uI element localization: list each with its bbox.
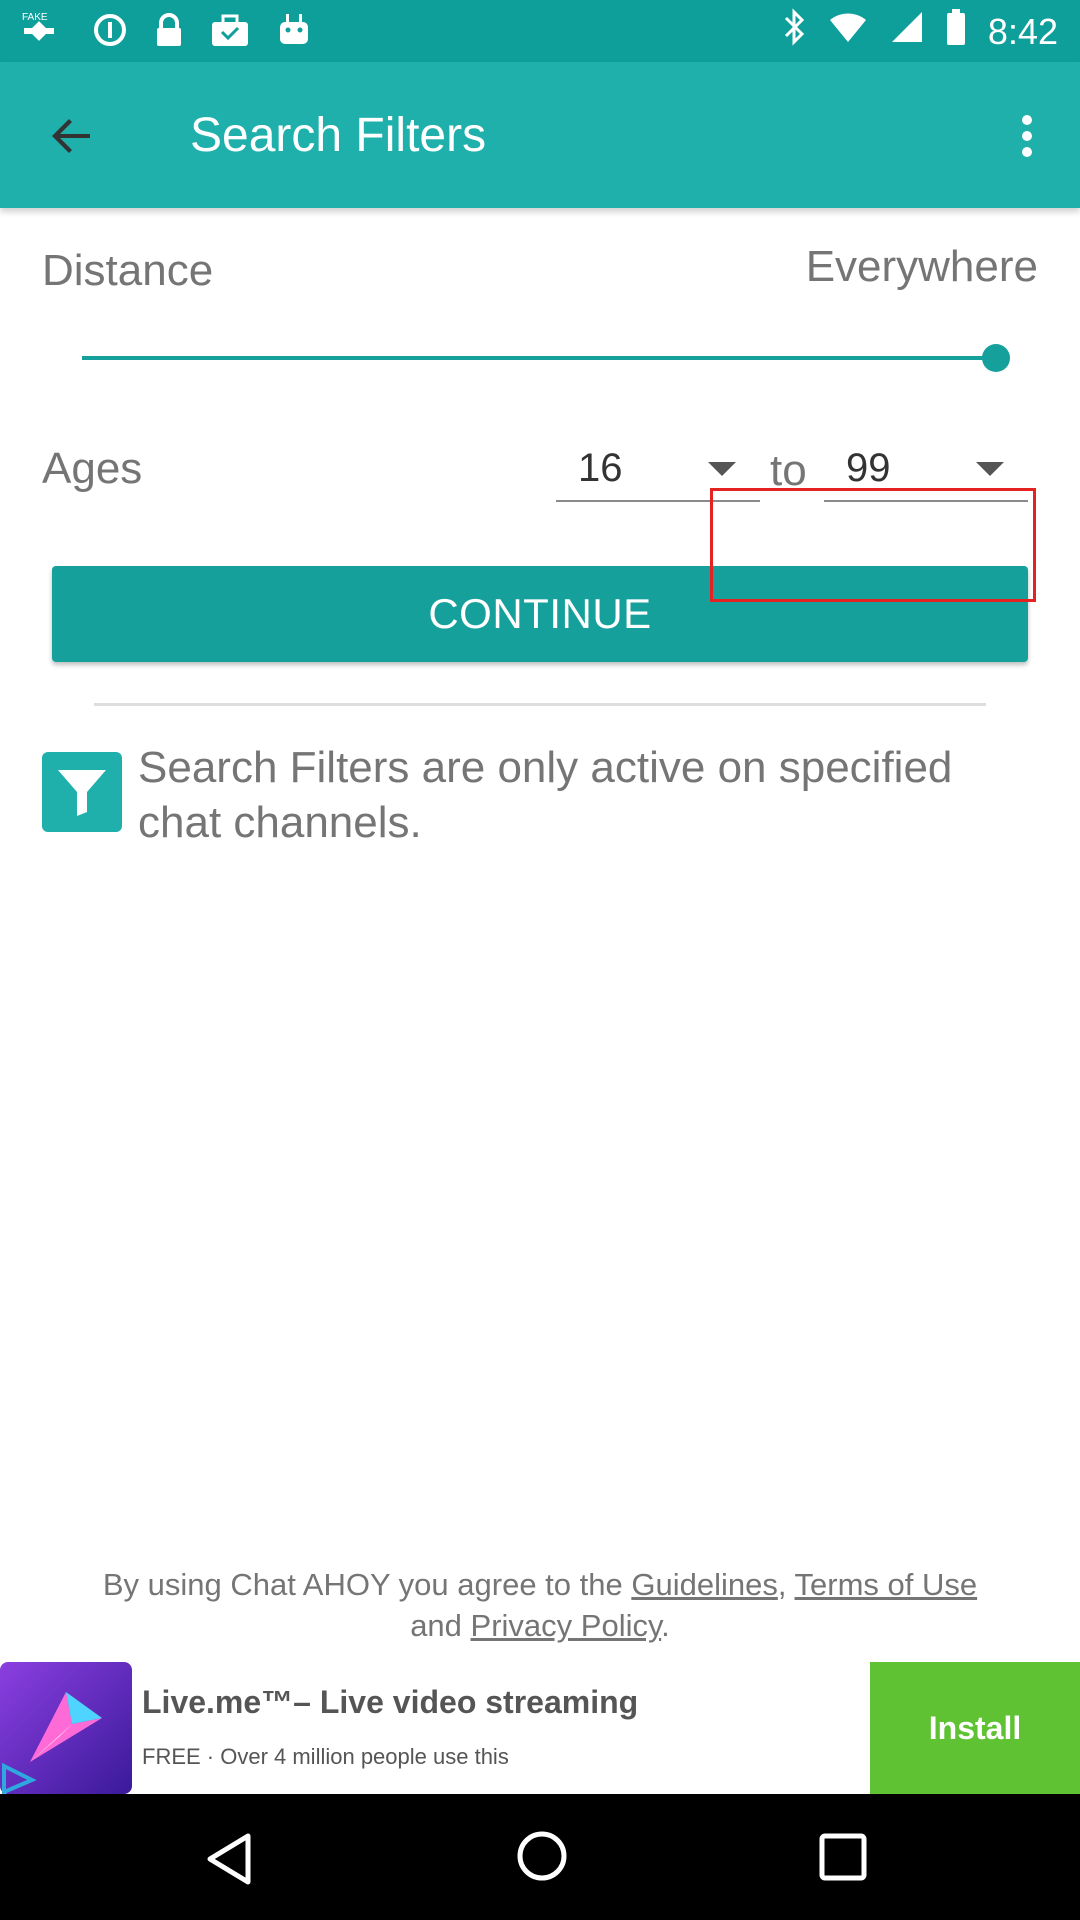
app-bar: Search Filters xyxy=(0,62,1080,208)
footer-and: and xyxy=(410,1608,471,1643)
highlight-box xyxy=(710,488,1036,602)
nav-home-icon xyxy=(517,1831,567,1881)
android-icon xyxy=(276,12,312,48)
max-age-value: 99 xyxy=(846,446,891,490)
status-icons-left: FAKE xyxy=(22,10,312,50)
svg-text:FAKE: FAKE xyxy=(22,12,48,23)
status-bar: FAKE 8:42 xyxy=(0,0,1080,62)
data-saver-icon xyxy=(92,12,128,48)
footer-period: . xyxy=(661,1608,670,1643)
page-title: Search Filters xyxy=(190,109,487,162)
briefcase-icon xyxy=(210,12,250,48)
back-button[interactable] xyxy=(44,108,100,164)
privacy-policy-link[interactable]: Privacy Policy xyxy=(471,1608,662,1643)
battery-icon xyxy=(946,9,966,54)
system-nav-bar xyxy=(0,1794,1080,1920)
min-age-value: 16 xyxy=(578,446,623,490)
ad-title[interactable]: Live.me™– Live video streaming xyxy=(142,1684,638,1721)
filter-icon xyxy=(42,752,122,832)
nav-home-button[interactable] xyxy=(516,1830,568,1887)
nav-recents-icon xyxy=(819,1833,867,1881)
lock-icon xyxy=(154,12,184,48)
dropdown-arrow-icon xyxy=(708,462,736,476)
slider-thumb[interactable] xyxy=(982,344,1010,372)
distance-slider[interactable] xyxy=(82,344,1010,372)
divider xyxy=(94,703,986,706)
footer-prefix: By using Chat AHOY you agree to the xyxy=(102,1567,632,1602)
overflow-menu-button[interactable] xyxy=(1002,106,1052,166)
slider-track xyxy=(82,356,994,360)
status-icons-right: 8:42 xyxy=(782,8,1058,55)
info-text: Search Filters are only active on specif… xyxy=(138,743,953,847)
guidelines-link[interactable]: Guidelines xyxy=(631,1567,777,1602)
arrow-back-icon xyxy=(52,119,90,153)
wifi-icon xyxy=(828,10,868,53)
nav-back-button[interactable] xyxy=(204,1832,254,1891)
ad-choices-icon[interactable] xyxy=(0,1762,40,1796)
terms-footer: By using Chat AHOY you agree to the Guid… xyxy=(40,1564,1040,1646)
nav-recents-button[interactable] xyxy=(818,1832,868,1887)
cell-signal-icon xyxy=(890,10,924,53)
terms-of-use-link[interactable]: Terms of Use xyxy=(795,1567,978,1602)
more-vert-icon xyxy=(1022,115,1032,157)
distance-value: Everywhere xyxy=(805,242,1038,291)
status-time: 8:42 xyxy=(987,10,1058,52)
fake-gps-icon: FAKE xyxy=(22,10,66,50)
ages-label: Ages xyxy=(42,444,143,493)
dropdown-arrow-icon xyxy=(976,462,1004,476)
distance-label: Distance xyxy=(42,246,214,295)
nav-back-icon xyxy=(207,1833,251,1885)
footer-comma: , xyxy=(777,1567,795,1602)
ad-subtitle: FREE · Over 4 million people use this xyxy=(142,1744,509,1769)
install-button[interactable]: Install xyxy=(870,1662,1080,1794)
ad-banner[interactable]: Live.me™– Live video streaming FREE · Ov… xyxy=(0,1662,1080,1796)
bluetooth-icon xyxy=(782,8,806,55)
